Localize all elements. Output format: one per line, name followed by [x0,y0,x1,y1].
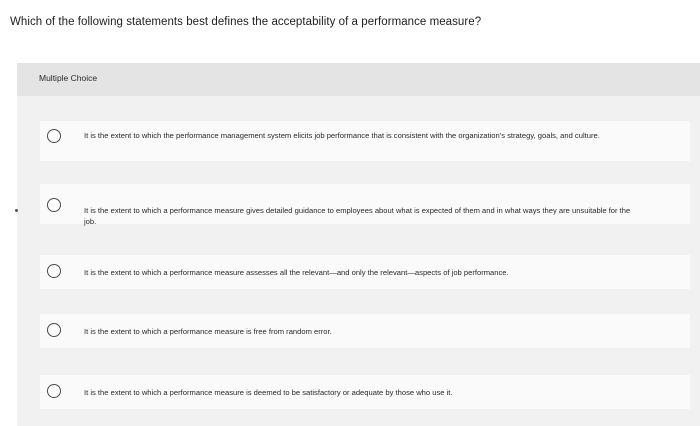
option-5-text: It is the extent to which a performance … [84,388,453,397]
panel-header: Multiple Choice [17,63,700,96]
question-text: Which of the following statements best d… [10,16,482,28]
option-5[interactable]: It is the extent to which a performance … [40,375,690,409]
option-4-text: It is the extent to which a performance … [84,327,332,336]
cursor-dot [15,209,18,212]
option-3-text: It is the extent to which a performance … [84,268,509,277]
option-4[interactable]: It is the extent to which a performance … [40,314,690,348]
option-3[interactable]: It is the extent to which a performance … [40,255,690,289]
option-1-text: It is the extent to which the performanc… [84,131,600,140]
option-2-radio[interactable] [47,198,61,212]
option-1[interactable]: It is the extent to which the performanc… [40,121,690,161]
option-3-radio[interactable] [47,264,61,278]
multiple-choice-panel: Multiple Choice It is the extent to whic… [17,63,700,426]
option-1-radio[interactable] [47,129,61,143]
option-4-radio[interactable] [47,323,61,337]
option-2-text: It is the extent to which a performance … [84,206,631,226]
option-5-radio[interactable] [47,384,61,398]
multiple-choice-label: Multiple Choice [39,73,98,83]
option-2[interactable]: It is the extent to which a performance … [40,184,690,226]
